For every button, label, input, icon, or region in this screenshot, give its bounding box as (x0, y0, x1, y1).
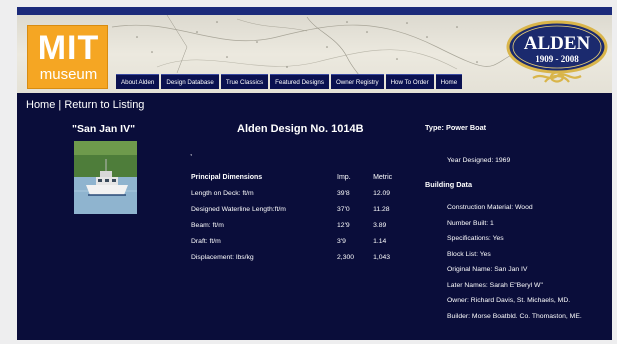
building-data-list: Construction Material: Wood Number Built… (447, 203, 612, 327)
table-row: Displacement: lbs/kg 2,300 1,043 (191, 250, 411, 266)
table-row: Beam: ft/m 12'9 3.89 (191, 218, 411, 234)
dimensions-header-row: Principal Dimensions Imp. Metric (191, 170, 411, 186)
boat-photo[interactable] (74, 141, 137, 214)
nav-owner-registry[interactable]: Owner Registry (330, 74, 384, 89)
building-data-title: Building Data (425, 180, 473, 189)
nav-how-to-order[interactable]: How To Order (385, 74, 434, 89)
nav-featured-designs[interactable]: Featured Designs (270, 74, 329, 89)
dimension-metric: 1.14 (373, 238, 387, 245)
nav-true-classics[interactable]: True Classics (220, 74, 269, 89)
dimensions-header-label: Principal Dimensions (191, 174, 263, 181)
dimensions-header-imp: Imp. (337, 174, 351, 181)
nav-home[interactable]: Home (435, 74, 463, 89)
list-item: Original Name: San Jan IV (447, 266, 528, 273)
mit-museum-logo[interactable]: MIT museum (27, 25, 108, 89)
list-item: Owner: Richard Davis, St. Michaels, MD. (447, 297, 571, 304)
return-to-listing-link[interactable]: Return to Listing (64, 99, 144, 111)
dimension-imp: 12'9 (337, 222, 350, 229)
dimension-metric: 12.09 (373, 190, 391, 197)
dimension-imp: 2,300 (337, 254, 355, 261)
main-nav: About Alden Design Database True Classic… (116, 74, 464, 89)
page: MIT museum ALDEN 1909 - 2008 About Alden… (17, 7, 612, 340)
site-header: MIT museum ALDEN 1909 - 2008 About Alden… (17, 7, 612, 93)
nav-design-database[interactable]: Design Database (161, 74, 219, 89)
table-row: Designed Waterline Length:ft/m 37'0 11.2… (191, 202, 411, 218)
header-top-bar (17, 7, 612, 15)
breadcrumb-home-link[interactable]: Home (26, 99, 55, 111)
dimension-label: Designed Waterline Length:ft/m (191, 206, 286, 213)
boat-name: "San Jan IV" (72, 123, 136, 135)
principal-dimensions-table: Principal Dimensions Imp. Metric Length … (191, 170, 411, 266)
alden-logo: ALDEN 1909 - 2008 (506, 20, 608, 83)
dimension-imp: 37'0 (337, 206, 350, 213)
list-item: Builder: Morse Boatbld. Co. Thomaston, M… (447, 312, 582, 320)
museum-logo-text: museum (39, 66, 98, 83)
dimension-metric: 1,043 (373, 254, 391, 261)
dimension-label: Draft: ft/m (191, 238, 221, 245)
dimension-imp: 39'8 (337, 190, 350, 197)
stray-mark: , (190, 148, 193, 157)
table-row: Draft: ft/m 3'9 1.14 (191, 234, 411, 250)
dimension-imp: 3'9 (337, 238, 346, 245)
dimension-label: Length on Deck: ft/m (191, 190, 254, 197)
table-row: Length on Deck: ft/m 39'8 12.09 (191, 186, 411, 202)
dimension-label: Displacement: lbs/kg (191, 254, 254, 261)
list-item: Construction Material: Wood (447, 204, 533, 211)
alden-logo-years: 1909 - 2008 (535, 54, 579, 64)
dimension-metric: 3.89 (373, 222, 387, 229)
list-item: Later Names: Sarah E"Beryl W" (447, 281, 543, 289)
list-item: Number Built: 1 (447, 219, 494, 227)
dimensions-header-metric: Metric (373, 174, 393, 181)
list-item: Specifications: Yes (447, 235, 504, 242)
nav-about-alden[interactable]: About Alden (116, 74, 160, 89)
dimension-metric: 11.28 (373, 206, 390, 213)
dimension-label: Beam: ft/m (191, 222, 224, 229)
rope-knot-icon (532, 71, 582, 83)
list-item: Block List: Yes (447, 250, 491, 258)
boat-type: Type: Power Boat (425, 123, 487, 132)
breadcrumb: Home | Return to Listing (26, 99, 144, 111)
alden-logo-name: ALDEN (524, 33, 591, 54)
design-title: Alden Design No. 1014B (237, 123, 364, 135)
year-designed: Year Designed: 1969 (447, 157, 511, 164)
mit-logo-text: MIT (37, 29, 100, 67)
breadcrumb-separator: | (55, 99, 65, 111)
